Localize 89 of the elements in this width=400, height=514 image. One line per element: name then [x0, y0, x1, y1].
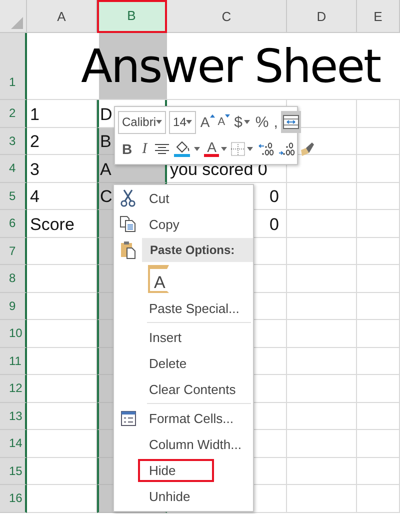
sheet-cell — [287, 430, 357, 458]
caret-icon — [247, 147, 254, 151]
row-header[interactable]: 15 — [0, 458, 27, 485]
copy-icon — [120, 216, 136, 232]
sheet-cell — [287, 402, 357, 430]
column-header[interactable]: B — [97, 0, 167, 33]
row-header[interactable]: 8 — [0, 265, 27, 292]
scissors-icon — [120, 189, 136, 207]
sheet-cell — [357, 182, 400, 210]
clipboard-icon — [120, 241, 136, 259]
sheet-cell: 1 — [27, 100, 97, 128]
menu-item[interactable]: Insert — [143, 326, 188, 348]
borders-icon — [231, 142, 246, 156]
sheet-cell — [287, 182, 357, 210]
format-button[interactable]: $ — [232, 111, 252, 133]
row-header[interactable]: 13 — [0, 402, 27, 430]
caret-icon — [225, 114, 230, 118]
sheet-cell — [287, 320, 357, 348]
sheet-cell — [357, 210, 400, 238]
sheet-cell — [357, 348, 400, 375]
sheet-cell — [287, 375, 357, 402]
decimal-arrow-icon — [258, 142, 274, 156]
menu-item[interactable]: Format Cells... — [143, 406, 240, 430]
caret-icon — [186, 120, 192, 124]
format-button[interactable]: , — [272, 111, 280, 133]
increase-font-size-button[interactable]: A — [199, 111, 216, 133]
menu-item[interactable]: Hide — [138, 458, 214, 482]
menu-item[interactable]: Clear Contents — [143, 378, 242, 400]
row-header[interactable]: 5 — [0, 182, 27, 210]
sheet-cell — [287, 458, 357, 485]
sheet-cell — [287, 292, 357, 320]
row-header[interactable]: 16 — [0, 485, 27, 512]
sheet-cell — [357, 128, 400, 155]
sheet-cell — [287, 485, 357, 512]
sheet-cell — [287, 348, 357, 375]
sheet-cell — [357, 155, 400, 182]
column-header[interactable]: A — [27, 0, 97, 33]
sheet-cell — [357, 100, 400, 128]
sheet-cell — [357, 375, 400, 402]
menu-item[interactable]: Paste Special... — [143, 296, 246, 320]
sheet-cell — [357, 238, 400, 265]
row-header[interactable]: 2 — [0, 100, 27, 128]
menu-item[interactable]: Column Width... — [143, 432, 248, 456]
font-color-button[interactable]: A — [203, 138, 228, 160]
row-header[interactable]: 11 — [0, 348, 27, 375]
paintbrush-icon — [300, 141, 316, 157]
row-header[interactable]: 14 — [0, 430, 27, 458]
row-header[interactable]: 6 — [0, 210, 27, 238]
sheet-cell — [357, 320, 400, 348]
decrease-font-size-button[interactable]: A — [216, 111, 232, 133]
column-header[interactable]: D — [287, 0, 357, 33]
font-size-dropdown[interactable]: 14 — [169, 110, 196, 134]
row-header[interactable]: 10 — [0, 320, 27, 348]
sheet-cell — [357, 485, 400, 512]
row-header[interactable]: 9 — [0, 292, 27, 320]
sheet-cell — [287, 238, 357, 265]
row-header[interactable]: 4 — [0, 155, 27, 182]
paste-option-button[interactable]: A — [148, 265, 170, 293]
row-header[interactable]: 7 — [0, 238, 27, 265]
sheet-cell — [357, 430, 400, 458]
row-header[interactable]: 3 — [0, 128, 27, 155]
format-button[interactable]: % — [253, 111, 271, 133]
font-name-dropdown[interactable]: Calibri — [118, 110, 166, 134]
wrap-text-button[interactable] — [280, 111, 301, 133]
caret-icon — [194, 147, 200, 151]
row-header[interactable]: 1 — [0, 33, 27, 100]
menu-item[interactable]: Unhide — [143, 484, 196, 508]
caret-icon — [244, 120, 250, 124]
sheet-cell — [357, 458, 400, 485]
menu-item[interactable]: Delete — [143, 352, 193, 374]
sheet-cell — [357, 292, 400, 320]
caret-icon — [210, 114, 215, 118]
decimal-arrow-icon — [279, 142, 296, 156]
paint-bucket-icon — [174, 141, 192, 157]
format-cells-icon — [120, 410, 136, 426]
merged-title-cell: Answer Sheet — [27, 33, 400, 100]
sheet-cell — [357, 402, 400, 430]
menu-section-header: Paste Options: — [142, 238, 253, 262]
column-header[interactable]: C — [167, 0, 287, 33]
column-width-icon — [282, 115, 299, 129]
align-center-icon — [155, 143, 170, 155]
sheet-cell — [357, 265, 400, 292]
sheet-cell — [287, 210, 357, 238]
caret-icon — [221, 147, 228, 151]
triangle-icon — [11, 17, 23, 29]
sheet-cell — [287, 265, 357, 292]
caret-icon — [156, 120, 162, 124]
row-header[interactable]: 12 — [0, 375, 27, 402]
column-header[interactable]: E — [357, 0, 400, 33]
